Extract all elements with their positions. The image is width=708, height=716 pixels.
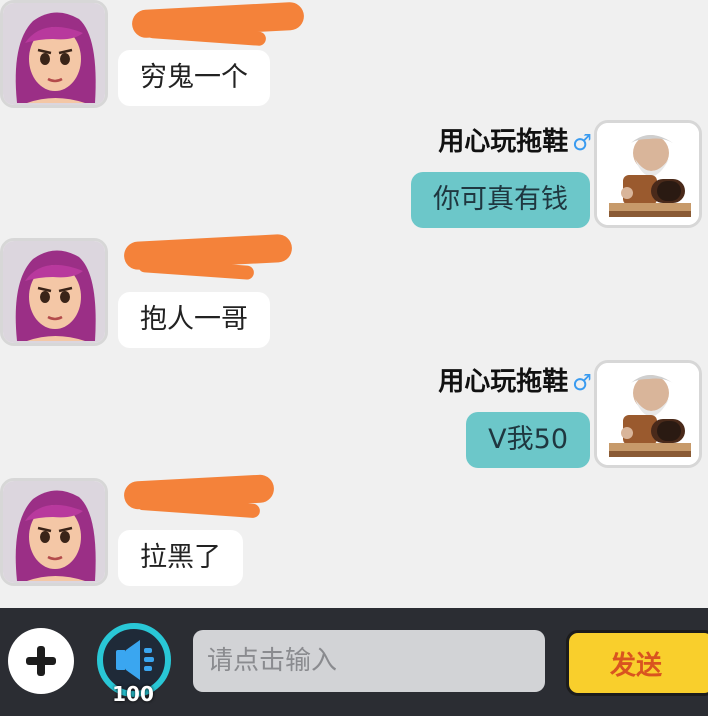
male-gender-icon: ♂ [572,131,592,156]
chat-input-bar: 100 发送 [0,608,708,716]
send-button[interactable]: 发送 [566,630,708,696]
old-man-avatar-icon [597,363,699,465]
sender-name-text: 用心玩拖鞋 [438,127,569,157]
girl-avatar-icon [3,3,105,105]
avatar-purple-hair-girl[interactable] [0,238,108,346]
add-button[interactable] [8,628,74,694]
avatar-old-man[interactable] [594,360,702,468]
avatar-purple-hair-girl[interactable] [0,0,108,108]
message-bubble-incoming[interactable]: 穷鬼一个 [118,50,270,106]
sender-name: 用心玩拖鞋 ♂ [438,124,592,160]
message-bubble-outgoing[interactable]: V我50 [466,412,590,468]
sender-name-text: 用心玩拖鞋 [438,367,569,397]
plus-icon [26,646,56,676]
chat-area[interactable]: 穷鬼一个 用心玩拖鞋 ♂ 你可真有钱 抱人一哥 用心玩拖鞋 ♂ V我50 拉黑了 [0,0,708,608]
message-input[interactable] [193,630,545,692]
old-man-avatar-icon [597,123,699,225]
girl-avatar-icon [3,241,105,343]
message-bubble-incoming[interactable]: 拉黑了 [118,530,243,586]
girl-avatar-icon [3,481,105,583]
sender-name: 用心玩拖鞋 ♂ [438,364,592,400]
avatar-purple-hair-girl[interactable] [0,478,108,586]
male-gender-icon: ♂ [572,371,592,396]
message-bubble-outgoing[interactable]: 你可真有钱 [411,172,590,228]
avatar-old-man[interactable] [594,120,702,228]
voice-count: 100 [112,682,154,706]
message-bubble-incoming[interactable]: 抱人一哥 [118,292,270,348]
